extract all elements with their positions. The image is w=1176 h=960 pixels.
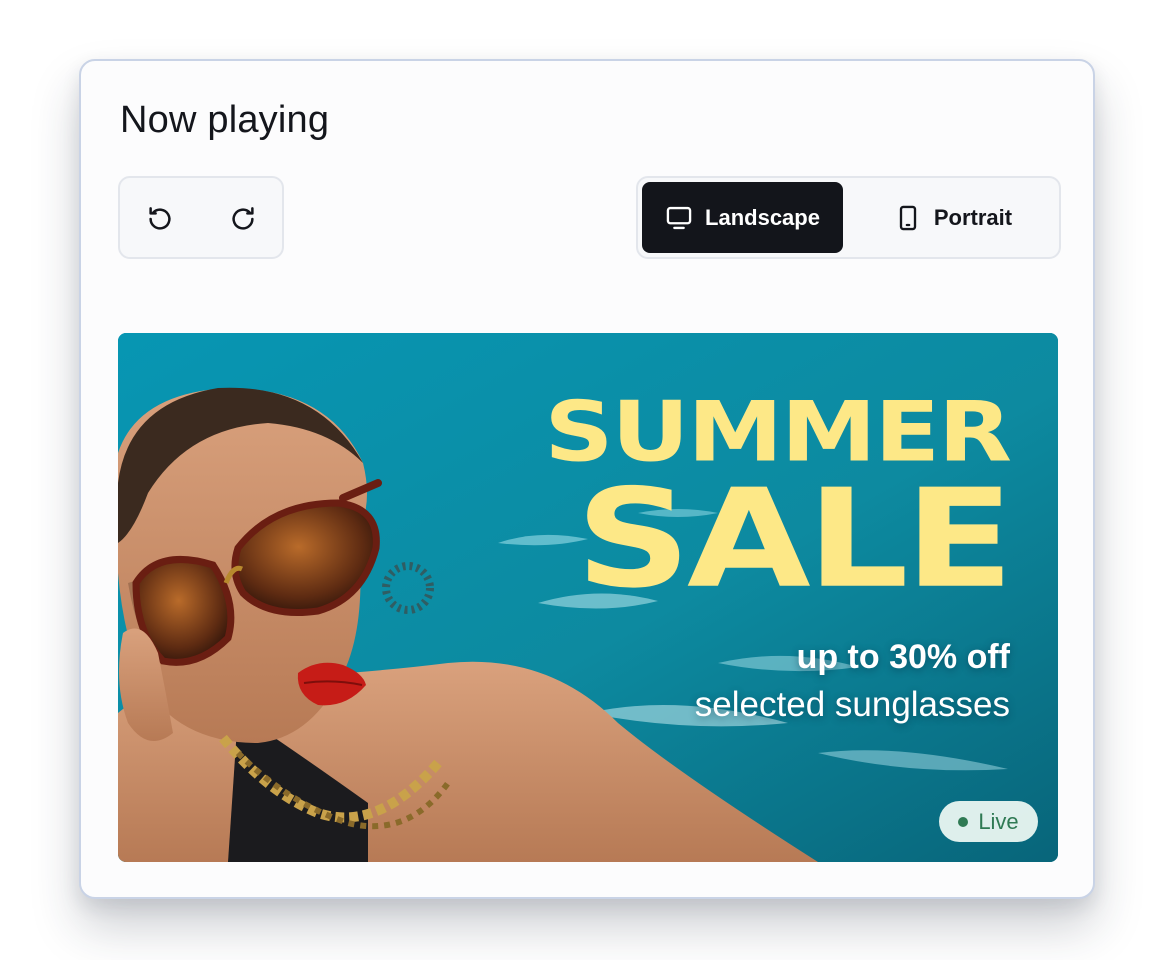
- undo-button[interactable]: [139, 198, 181, 240]
- undo-icon: [149, 207, 171, 230]
- landscape-button[interactable]: Landscape: [642, 182, 843, 253]
- panel-title: Now playing: [120, 99, 330, 141]
- headline-sale: SALE: [575, 459, 1014, 619]
- now-playing-panel: Now playing Landscape Portrait SUMMER SA…: [79, 59, 1095, 899]
- portrait-button[interactable]: Portrait: [851, 182, 1055, 253]
- offer-text: up to 30% off: [796, 638, 1010, 676]
- redo-icon: [232, 207, 254, 230]
- history-controls: [118, 176, 284, 259]
- portrait-label: Portrait: [933, 204, 1013, 230]
- offer-detail: selected sunglasses: [694, 685, 1010, 724]
- ad-preview: SUMMER SALE up to 30% off selected sungl…: [118, 333, 1058, 862]
- tablet-icon: [899, 205, 917, 230]
- monitor-icon: [666, 206, 692, 229]
- live-dot-icon: [958, 816, 969, 827]
- landscape-label: Landscape: [705, 204, 820, 230]
- orientation-toggle: Landscape Portrait: [636, 176, 1061, 259]
- live-status-badge: Live: [939, 801, 1038, 842]
- redo-button[interactable]: [222, 198, 264, 240]
- live-label: Live: [978, 808, 1019, 834]
